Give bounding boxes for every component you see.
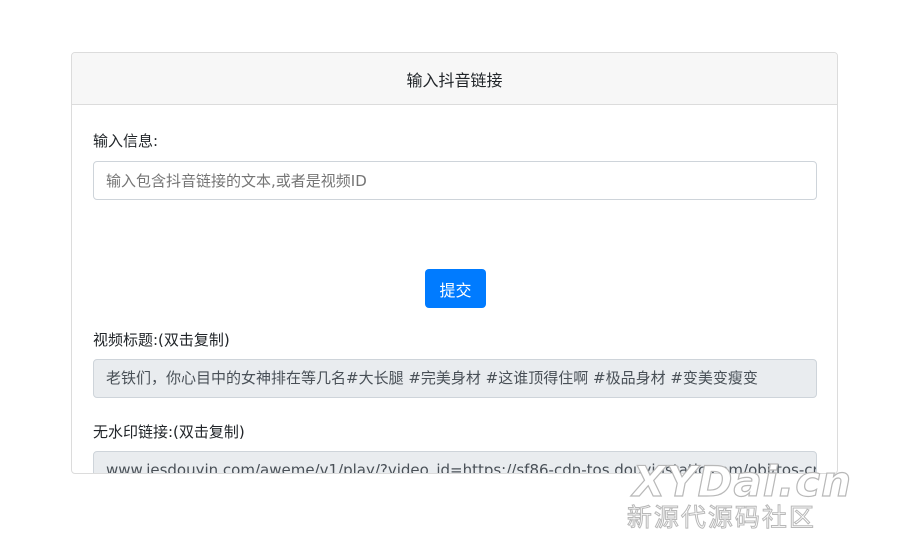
input-label: 输入信息: xyxy=(93,132,159,150)
no-watermark-link-label: 无水印链接:(双击复制) xyxy=(93,423,245,441)
submit-button[interactable]: 提交 xyxy=(425,269,486,308)
card-header: 输入抖音链接 xyxy=(72,53,837,105)
video-title-label: 视频标题:(双击复制) xyxy=(93,331,230,349)
link-input[interactable] xyxy=(93,161,817,200)
douyin-link-card: 输入抖音链接 输入信息: 提交 视频标题:(双击复制) 老铁们，你心目中的女神排… xyxy=(71,52,838,474)
card-header-title: 输入抖音链接 xyxy=(406,70,503,90)
no-watermark-link-field[interactable]: www.iesdouyin.com/aweme/v1/play/?video_i… xyxy=(93,451,817,473)
video-title-field[interactable]: 老铁们，你心目中的女神排在等几名#大长腿 #完美身材 #这谁顶得住啊 #极品身材… xyxy=(93,359,817,398)
watermark-subtitle: 新源代源码社区 xyxy=(626,503,816,532)
